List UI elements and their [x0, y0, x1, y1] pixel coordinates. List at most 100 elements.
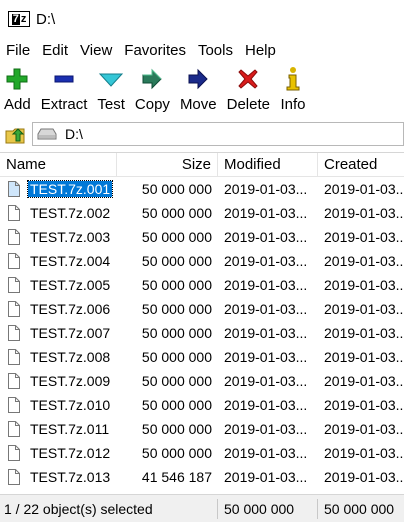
7zip-logo-icon: 7z	[8, 11, 30, 27]
file-created: 2019-01-03...	[324, 277, 404, 293]
extract-label: Extract	[40, 96, 88, 113]
file-icon	[8, 205, 20, 221]
file-row[interactable]: TEST.7z.004 50 000 000 2019-01-03... 2019-0…	[0, 249, 404, 273]
file-modified: 2019-01-03...	[224, 469, 308, 485]
file-name: TEST.7z.002	[30, 205, 111, 221]
menu-file[interactable]: File	[6, 42, 30, 59]
move-button[interactable]: Move	[180, 64, 217, 118]
file-modified: 2019-01-03...	[224, 397, 308, 413]
column-header-modified[interactable]: Modified	[218, 152, 318, 177]
file-row[interactable]: TEST.7z.005 50 000 000 2019-01-03... 2019-0…	[0, 273, 404, 297]
file-name-cell: TEST.7z.006	[0, 301, 117, 317]
file-row[interactable]: TEST.7z.002 50 000 000 2019-01-03... 2019-0…	[0, 201, 404, 225]
file-name: TEST.7z.013	[30, 469, 111, 485]
file-row[interactable]: TEST.7z.008 50 000 000 2019-01-03... 2019-0…	[0, 345, 404, 369]
move-label: Move	[179, 96, 217, 113]
file-row[interactable]: TEST.7z.012 50 000 000 2019-01-03... 2019-0…	[0, 441, 404, 465]
file-name-cell: TEST.7z.012	[0, 445, 117, 461]
file-size: 50 000 000	[141, 349, 212, 365]
file-size: 50 000 000	[141, 421, 212, 437]
address-bar: D:\	[0, 120, 404, 148]
file-row[interactable]: TEST.7z.010 50 000 000 2019-01-03... 2019-0…	[0, 393, 404, 417]
file-modified: 2019-01-03...	[224, 181, 308, 197]
file-row[interactable]: TEST.7z.003 50 000 000 2019-01-03... 2019-0…	[0, 225, 404, 249]
file-name: TEST.7z.008	[30, 349, 111, 365]
file-created: 2019-01-03...	[324, 229, 404, 245]
info-icon	[280, 66, 306, 92]
file-name-cell: TEST.7z.011	[0, 421, 117, 437]
menu-help[interactable]: Help	[245, 42, 276, 59]
file-modified: 2019-01-03...	[224, 229, 308, 245]
menu-view[interactable]: View	[80, 42, 112, 59]
file-row[interactable]: TEST.7z.011 50 000 000 2019-01-03... 2019-0…	[0, 417, 404, 441]
info-button[interactable]: Info	[280, 64, 306, 118]
file-name: TEST.7z.001	[26, 180, 114, 198]
file-row[interactable]: TEST.7z.007 50 000 000 2019-01-03... 2019-0…	[0, 321, 404, 345]
file-created: 2019-01-03...	[324, 469, 404, 485]
menu-bar: File Edit View Favorites Tools Help	[0, 38, 404, 62]
test-icon	[98, 66, 124, 92]
file-name: TEST.7z.004	[30, 253, 111, 269]
file-size: 50 000 000	[141, 181, 212, 197]
file-modified: 2019-01-03...	[224, 445, 308, 461]
file-row[interactable]: TEST.7z.006 50 000 000 2019-01-03... 2019-0…	[0, 297, 404, 321]
file-icon	[8, 349, 20, 365]
file-size: 50 000 000	[141, 373, 212, 389]
copy-button[interactable]: Copy	[135, 64, 170, 118]
file-icon	[8, 445, 20, 461]
file-name-cell: TEST.7z.013	[0, 469, 117, 485]
column-header-size[interactable]: Size	[117, 152, 218, 177]
path-text: D:\	[65, 126, 83, 142]
delete-button[interactable]: Delete	[227, 64, 270, 118]
status-bar: 1 / 22 object(s) selected 50 000 000 50 …	[0, 494, 404, 522]
file-created: 2019-01-03...	[324, 397, 404, 413]
info-label: Info	[280, 96, 306, 113]
column-header-name[interactable]: Name	[0, 152, 117, 177]
status-size: 50 000 000	[218, 498, 318, 519]
file-size: 50 000 000	[141, 301, 212, 317]
file-icon	[8, 277, 20, 293]
file-row[interactable]: TEST.7z.009 50 000 000 2019-01-03... 2019-0…	[0, 369, 404, 393]
add-label: Add	[4, 96, 31, 113]
file-modified: 2019-01-03...	[224, 277, 308, 293]
move-icon	[185, 66, 211, 92]
file-created: 2019-01-03...	[324, 349, 404, 365]
add-button[interactable]: Add	[4, 64, 31, 118]
file-modified: 2019-01-03...	[224, 205, 308, 221]
file-name-cell: TEST.7z.010	[0, 397, 117, 413]
path-input[interactable]: D:\	[32, 122, 404, 146]
file-list: Name Size Modified Created TEST.7z.001 50…	[0, 152, 404, 492]
test-button[interactable]: Test	[97, 64, 125, 118]
file-size: 50 000 000	[141, 397, 212, 413]
file-row[interactable]: TEST.7z.001 50 000 000 2019-01-03... 2019-0…	[0, 177, 404, 201]
status-selection: 1 / 22 object(s) selected	[0, 498, 218, 519]
file-name-cell: TEST.7z.005	[0, 277, 117, 293]
up-folder-button[interactable]	[2, 121, 28, 147]
file-icon	[8, 253, 20, 269]
file-modified: 2019-01-03...	[224, 421, 308, 437]
file-name-cell: TEST.7z.009	[0, 373, 117, 389]
file-created: 2019-01-03...	[324, 301, 404, 317]
status-packed-size: 50 000 000	[324, 500, 395, 517]
file-icon	[8, 397, 20, 413]
window-title: D:\	[36, 10, 56, 28]
file-name: TEST.7z.010	[30, 397, 111, 413]
file-name-cell: TEST.7z.007	[0, 325, 117, 341]
file-size: 50 000 000	[141, 229, 212, 245]
delete-label: Delete	[226, 96, 270, 113]
file-icon	[8, 301, 20, 317]
file-row[interactable]: TEST.7z.013 41 546 187 2019-01-03... 2019-0…	[0, 465, 404, 489]
menu-tools[interactable]: Tools	[198, 42, 233, 59]
file-name: TEST.7z.005	[30, 277, 111, 293]
copy-label: Copy	[134, 96, 170, 113]
file-created: 2019-01-03...	[324, 373, 404, 389]
file-created: 2019-01-03...	[324, 445, 404, 461]
menu-edit[interactable]: Edit	[42, 42, 68, 59]
file-name: TEST.7z.012	[30, 445, 111, 461]
column-header-created[interactable]: Created	[318, 153, 404, 177]
extract-button[interactable]: Extract	[40, 64, 88, 118]
file-size: 50 000 000	[141, 445, 212, 461]
menu-favorites[interactable]: Favorites	[124, 42, 186, 59]
delete-icon	[235, 66, 261, 92]
file-icon	[8, 373, 20, 389]
